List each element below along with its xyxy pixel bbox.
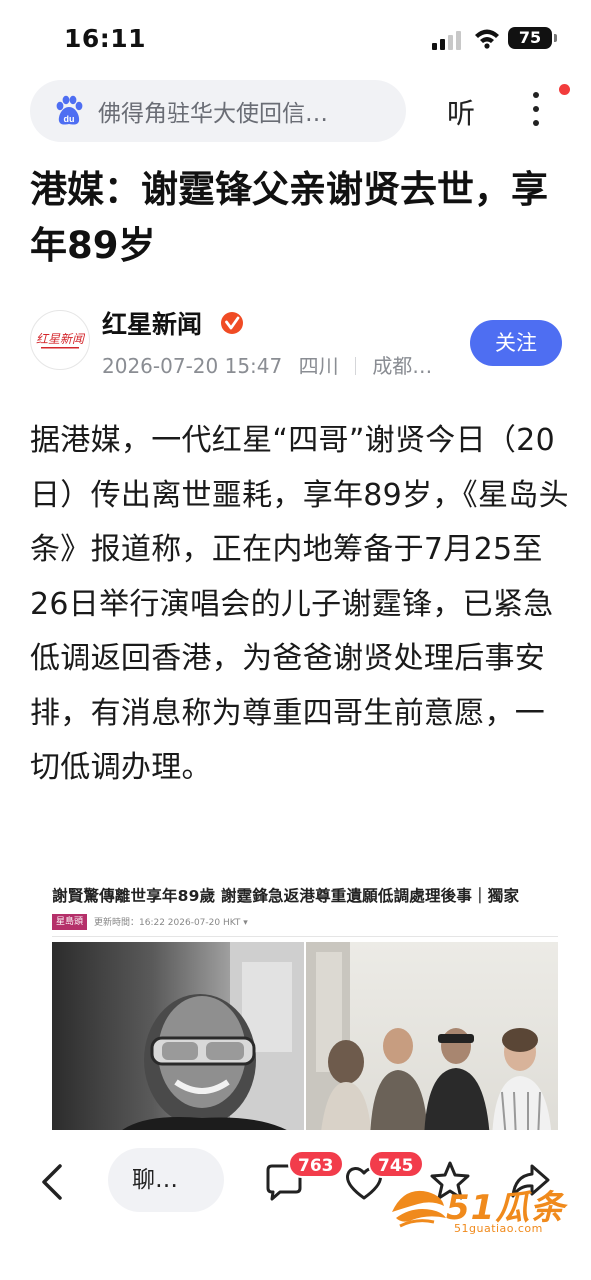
listen-button[interactable]: 听: [447, 92, 475, 132]
article-image[interactable]: 謝賢驚傳離世享年89歲 謝霆鋒急返港尊重遺願低調處理後事｜獨家 星島頭 更新時間…: [52, 880, 558, 1140]
publish-date: 2026-07-20 15:47: [102, 354, 283, 378]
image-divider: [52, 936, 558, 937]
back-arrow-icon[interactable]: [34, 1160, 74, 1204]
wifi-icon: [475, 29, 499, 49]
publish-province: 四川: [298, 354, 339, 378]
photo-family-group: [306, 942, 558, 1140]
article-meta: 2026-07-20 15:47 四川 成都…: [102, 350, 432, 379]
watermark-url: 51guatiao.com: [454, 1222, 543, 1235]
watermark: 51瓜条 51guatiao.com: [388, 1180, 578, 1240]
search-query-text[interactable]: 佛得角驻华大使回信…: [98, 94, 328, 128]
more-menu-icon[interactable]: [526, 88, 546, 132]
watermark-logo-icon: [392, 1190, 446, 1228]
notification-dot: [559, 84, 570, 95]
meta-divider: [354, 357, 356, 375]
comment-input-button[interactable]: 聊…: [108, 1148, 224, 1212]
cellular-signal-icon: [432, 31, 461, 50]
like-count-badge: 745: [368, 1150, 424, 1178]
image-source-tag: 星島頭: [52, 914, 88, 930]
article-title: 港媒：谢霆锋父亲谢贤去世，享年89岁: [30, 168, 548, 267]
status-time: 16:11: [64, 24, 147, 53]
baidu-paw-icon: du: [56, 95, 83, 125]
battery-indicator: 75: [508, 27, 557, 49]
comment-count-badge: 763: [288, 1150, 344, 1178]
search-bar[interactable]: du 佛得角驻华大使回信…: [30, 80, 406, 142]
status-bar: 16:11 75: [0, 0, 591, 80]
author-avatar[interactable]: 红星新闻: [30, 310, 90, 370]
hongxing-logo: 红星新闻: [36, 332, 85, 349]
image-update-time: 更新時間：16:22 2026-07-20 HKT ▾: [94, 918, 248, 928]
svg-text:du: du: [64, 114, 75, 124]
author-name[interactable]: 红星新闻: [102, 305, 202, 341]
image-headline: 謝賢驚傳離世享年89歲 謝霆鋒急返港尊重遺願低調處理後事｜獨家: [52, 887, 520, 905]
follow-button[interactable]: 关注: [470, 320, 562, 366]
article-body: 据港媒，一代红星“四哥”谢贤今日（20日）传出离世噩耗，享年89岁，《星岛头条》…: [30, 423, 569, 785]
publish-city: 成都…: [372, 354, 433, 378]
photo-portrait: [52, 942, 304, 1140]
svg-text:红星新闻: 红星新闻: [36, 332, 85, 346]
verified-badge-icon: [221, 312, 243, 334]
